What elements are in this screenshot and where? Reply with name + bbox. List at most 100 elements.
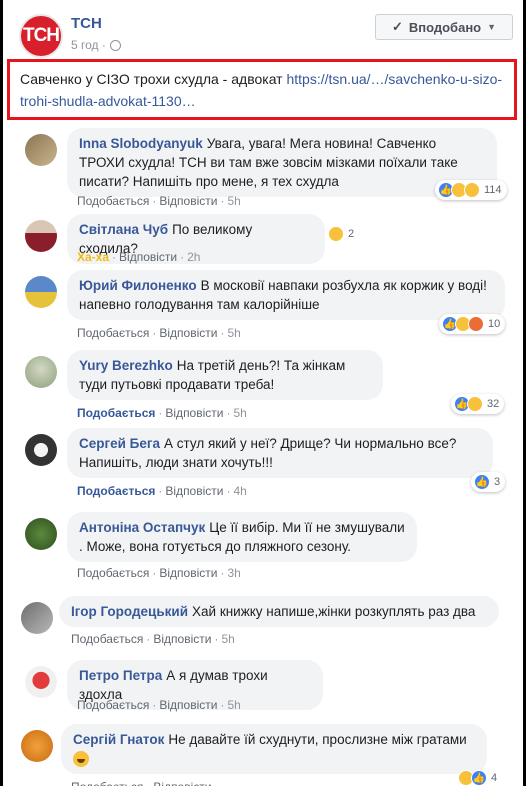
avatar[interactable] [25,356,57,388]
like-link[interactable]: Подобається [77,698,149,712]
comment: Петро Петра А я думав трохи здохла Подоба… [3,660,523,716]
comment-bubble: Сергей Бега А стул який у неї? Дрище? Чи … [67,428,493,478]
reply-link[interactable]: Відповісти [165,484,223,498]
haha-link[interactable]: Ха-ха [77,250,109,264]
like-link[interactable]: Подобається [71,632,143,646]
avatar[interactable] [25,276,57,308]
reaction-count: 10 [488,318,501,330]
facebook-post: ТСН ТСН 5 год · ✓ Вподобано ▼ Савченко у… [3,0,523,786]
reply-link[interactable]: Відповісти [153,632,211,646]
haha-reaction-icon [467,396,483,412]
like-link[interactable]: Подобається [77,406,155,420]
comment-bubble: Ігор Городецький Хай книжку напише,жінки … [59,596,499,627]
avatar[interactable] [25,434,57,466]
reaction-count: 2 [348,228,355,240]
like-link[interactable]: Подобається [77,484,155,498]
avatar[interactable] [25,220,57,252]
reply-link[interactable]: Відповісти [159,194,217,208]
post-header: ТСН ТСН 5 год · ✓ Вподобано ▼ [3,0,523,58]
comment-time[interactable]: 5h [233,406,246,420]
comment-actions: Подобається · Відповісти · 5h [77,406,247,420]
comment: Yury Berezhko На третій день?! Та жінкам … [3,350,523,424]
comment: Сергей Бега А стул який у неї? Дрище? Чи … [3,428,523,502]
avatar[interactable] [25,666,57,698]
comment-author[interactable]: Inna Slobodyanyuk [79,136,203,151]
angry-reaction-icon [468,316,484,332]
like-reaction-icon: 👍 [474,474,490,490]
comment-time[interactable]: 5h [227,326,240,340]
comment: Антоніна Остапчук Це її вибір. Ми її не з… [3,512,523,586]
comment-bubble: Inna Slobodyanyuk Увага, увага! Мега нови… [67,128,497,197]
comment-author[interactable]: Yury Berezhko [79,358,173,373]
comment-time[interactable]: 2h [187,250,200,264]
comment-actions: Подобається · Відповісти · 3h [77,566,241,580]
comment-author[interactable]: Сергій Гнаток [73,732,164,747]
reply-link[interactable]: Відповісти [159,698,217,712]
avatar[interactable] [21,730,53,762]
comment-actions: Подобається · Відповісти · 5h [77,326,241,340]
comment: Ігор Городецький Хай книжку напише,жінки … [3,596,523,652]
comment-time[interactable]: 5h [227,194,240,208]
comment-actions: Подобається·Відповісти [71,780,211,786]
reaction-summary[interactable]: 👍 4 [455,768,502,786]
haha-reaction-icon [328,226,344,242]
like-reaction-icon: 👍 [471,770,487,786]
comment-time[interactable]: 4h [233,484,246,498]
comment-bubble: Юрий Филоненко В московії навпаки розбухл… [67,270,505,320]
post-text-highlight: Савченко у СІЗО трохи схудла - адвокат h… [7,59,517,120]
reply-link[interactable]: Відповісти [159,566,217,580]
comment-time[interactable]: 5h [227,698,240,712]
comment-author[interactable]: Антоніна Остапчук [79,520,205,535]
liked-button-label: Вподобано [408,19,482,35]
comment-time[interactable]: 5h [221,632,234,646]
reply-link[interactable]: Відповісти [119,250,177,264]
check-icon: ✓ [391,19,403,34]
comment-text: Хай книжку напише,жінки розкуплять раз д… [192,604,476,619]
post-text: Савченко у СІЗО трохи схудла - адвокат [20,71,283,87]
globe-icon [109,39,121,51]
comment-actions: Подобається · Відповісти · 4h [77,484,247,498]
comment-actions: Подобається · Відповісти · 5h [77,698,241,712]
comment-bubble: Yury Berezhko На третій день?! Та жінкам … [67,350,383,400]
comment: Сергій Гнаток Не давайте їй схуднути, про… [3,724,523,786]
reaction-summary[interactable]: 👍 32 [451,394,505,414]
reaction-count: 114 [484,184,502,196]
reaction-summary[interactable]: 2 [325,224,359,244]
liked-button[interactable]: ✓ Вподобано ▼ [375,14,513,40]
reaction-summary[interactable]: 👍 114 [435,180,507,200]
reaction-summary[interactable]: 👍 3 [471,472,506,492]
like-link[interactable]: Подобається [71,780,143,786]
comment-actions: Ха-ха · Відповісти · 2h [77,250,201,264]
like-link[interactable]: Подобається [77,326,149,340]
comment-text: Не давайте їй схуднути, прослизне між гр… [168,732,467,747]
reply-link[interactable]: Відповісти [153,780,211,786]
reaction-count: 4 [491,772,498,784]
comment-actions: Подобається · Відповісти · 5h [77,194,241,208]
comment-time[interactable]: 3h [227,566,240,580]
avatar[interactable] [25,518,57,550]
comment: Юрий Филоненко В московії навпаки розбухл… [3,270,523,344]
post-time[interactable]: 5 год · [71,38,106,52]
page-avatar[interactable]: ТСН [19,14,63,58]
comment-author[interactable]: Петро Петра [79,668,162,683]
comment-author[interactable]: Світлана Чуб [79,222,168,237]
page-name[interactable]: ТСН [71,15,102,32]
comment-actions: Подобається · Відповісти · 5h [71,632,235,646]
haha-reaction-icon [464,182,480,198]
avatar[interactable] [21,602,53,634]
like-link[interactable]: Подобається [77,566,149,580]
reply-link[interactable]: Відповісти [159,326,217,340]
caret-down-icon: ▼ [487,22,497,32]
reaction-summary[interactable]: 👍 10 [439,314,506,334]
comment-author[interactable]: Юрий Филоненко [79,278,197,293]
laughing-emoji-icon [73,751,89,768]
comment: Inna Slobodyanyuk Увага, увага! Мега нови… [3,128,523,212]
comment-author[interactable]: Сергей Бега [79,436,160,451]
comment-bubble: Сергій Гнаток Не давайте їй схуднути, про… [61,724,487,774]
avatar[interactable] [25,134,57,166]
comment-author[interactable]: Ігор Городецький [71,604,188,619]
like-link[interactable]: Подобається [77,194,149,208]
post-meta: 5 год · [71,38,121,52]
reaction-count: 32 [487,398,500,410]
reply-link[interactable]: Відповісти [165,406,223,420]
